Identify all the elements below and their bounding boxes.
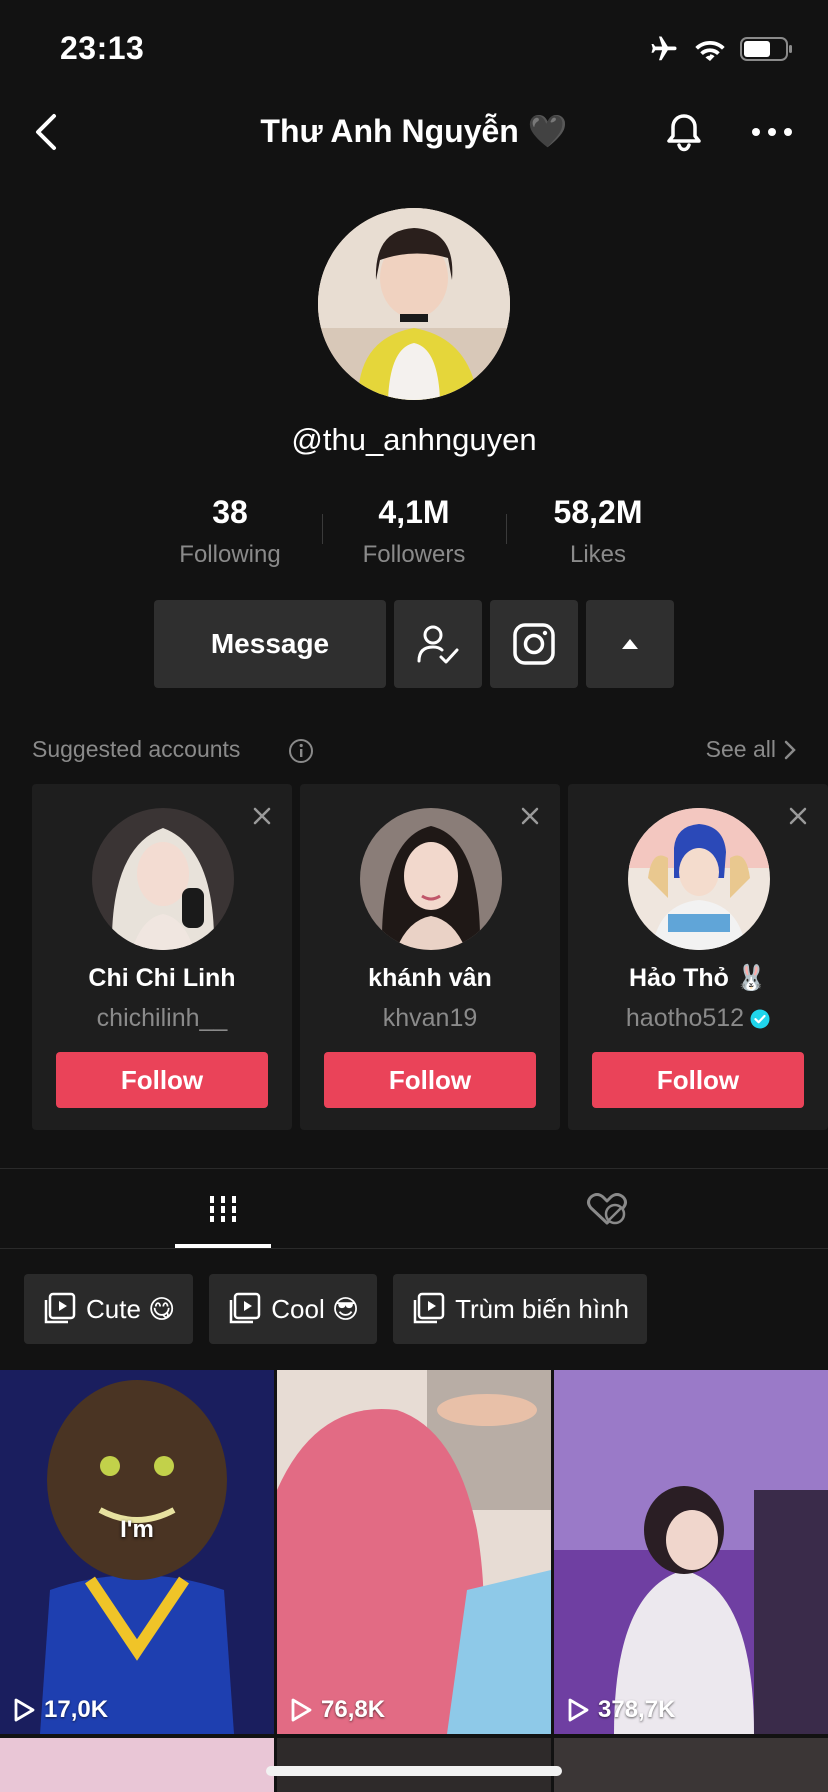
handle-text: chichilinh__ [96, 1004, 228, 1032]
view-count-value: 378,7K [598, 1696, 676, 1723]
playlists-row: Cute 😋 Cool 😎 Trùm biến hình [24, 1274, 647, 1344]
profile-header: Thư Anh Nguyễn 🖤 [0, 100, 828, 164]
account-name: khánh vân [368, 964, 492, 992]
status-bar: 23:13 [0, 0, 828, 100]
playlist-icon [230, 1292, 261, 1324]
divider [506, 514, 507, 544]
account-name: Hảo Thỏ 🐰 [628, 964, 768, 992]
playlist-chip[interactable]: Cute 😋 [24, 1274, 194, 1344]
video-grid: I'm 17,0K 76,8K 378,7K [0, 1370, 828, 1792]
tab-videos[interactable] [16, 1170, 430, 1248]
wifi-icon [695, 41, 725, 61]
playlist-label: Cool 😎 [271, 1293, 360, 1324]
video-thumbnail[interactable]: 76,8K [277, 1370, 551, 1734]
suggested-toggle-button[interactable] [586, 600, 674, 688]
avatar[interactable] [92, 808, 234, 950]
bell-icon[interactable] [662, 110, 706, 154]
avatar[interactable] [628, 808, 770, 950]
handle-text: haotho512 [625, 1004, 745, 1032]
close-icon[interactable] [520, 806, 540, 826]
view-count-value: 17,0K [44, 1696, 109, 1723]
close-icon[interactable] [788, 806, 808, 826]
divider [0, 1168, 828, 1169]
content-tabs [0, 1170, 828, 1248]
view-count: 76,8K [289, 1696, 385, 1724]
playlist-icon [413, 1292, 445, 1324]
account-handle: haotho512 [568, 1004, 828, 1033]
stat-likes[interactable]: 58,2M Likes [506, 494, 690, 568]
username: @thu_anhnguyen [291, 422, 537, 457]
stat-following[interactable]: 38 Following [138, 494, 322, 568]
follow-button[interactable]: Follow [56, 1052, 268, 1108]
account-handle: chichilinh__ [32, 1004, 292, 1033]
stat-followers[interactable]: 4,1M Followers [322, 494, 506, 568]
follow-button[interactable]: Follow [324, 1052, 536, 1108]
profile-actions: Message [154, 600, 674, 688]
profile-stats: 38 Following 4,1M Followers 58,2M Likes [138, 494, 690, 568]
suggested-account-card[interactable]: khánh vân khvan19 Follow [300, 784, 560, 1130]
stat-value: 38 [212, 494, 248, 530]
account-name: Chi Chi Linh [88, 964, 236, 992]
suggested-account-card[interactable]: Hảo Thỏ 🐰 haotho512 Follow [568, 784, 828, 1130]
tab-liked[interactable] [400, 1170, 814, 1248]
suggested-accounts-label: Suggested accounts [32, 736, 241, 762]
video-thumbnail[interactable] [0, 1738, 274, 1792]
info-icon[interactable] [288, 738, 314, 764]
more-options-icon[interactable] [750, 118, 794, 146]
playlist-icon [44, 1292, 76, 1324]
close-icon[interactable] [252, 806, 272, 826]
status-time: 23:13 [60, 30, 145, 66]
divider [322, 514, 323, 544]
stat-label: Followers [362, 541, 466, 568]
following-button[interactable] [394, 600, 482, 688]
play-icon [14, 1698, 35, 1722]
verified-badge-icon [750, 1009, 770, 1028]
message-button[interactable]: Message [154, 600, 386, 688]
playlist-label: Trùm biến hình [455, 1293, 629, 1324]
follow-button[interactable]: Follow [592, 1052, 804, 1108]
airplane-mode-icon [651, 36, 677, 61]
account-handle: khvan19 [300, 1004, 560, 1033]
playlist-chip[interactable]: Trùm biến hình [393, 1274, 647, 1344]
profile-avatar[interactable] [318, 208, 510, 400]
stat-label: Following [179, 541, 281, 568]
caret-up-icon [622, 639, 638, 649]
liked-hidden-icon [587, 1193, 627, 1225]
home-indicator[interactable] [266, 1766, 562, 1776]
stat-value: 4,1M [378, 494, 450, 530]
user-check-icon [417, 625, 459, 664]
chevron-right-icon [784, 740, 796, 759]
play-icon [291, 1698, 312, 1722]
see-all-link[interactable]: See all [706, 736, 796, 763]
suggested-accounts-header: Suggested accounts See all [32, 736, 796, 766]
divider [0, 1248, 828, 1249]
video-thumbnail[interactable] [277, 1738, 551, 1792]
see-all-label: See all [705, 736, 776, 762]
status-icons [648, 34, 794, 64]
view-count: 17,0K [12, 1696, 108, 1724]
stat-value: 58,2M [553, 494, 643, 530]
suggested-account-card[interactable]: Chi Chi Linh chichilinh__ Follow [32, 784, 292, 1130]
instagram-icon [513, 623, 555, 665]
suggested-accounts-carousel[interactable]: Chi Chi Linh chichilinh__ Follow khánh v… [32, 784, 828, 1130]
video-caption: I'm [120, 1516, 154, 1543]
play-icon [568, 1698, 589, 1722]
instagram-button[interactable] [490, 600, 578, 688]
video-thumbnail[interactable]: 378,7K [554, 1370, 828, 1734]
view-count-value: 76,8K [321, 1696, 386, 1723]
stat-label: Likes [569, 541, 627, 568]
playlist-label: Cute 😋 [86, 1293, 176, 1324]
playlist-chip[interactable]: Cool 😎 [209, 1274, 378, 1344]
battery-icon [740, 37, 792, 61]
grid-icon [208, 1196, 238, 1222]
handle-text: khvan19 [382, 1004, 478, 1032]
video-thumbnail[interactable]: I'm 17,0K [0, 1370, 274, 1734]
view-count: 378,7K [566, 1696, 675, 1724]
avatar[interactable] [360, 808, 502, 950]
video-thumbnail[interactable] [554, 1738, 828, 1792]
